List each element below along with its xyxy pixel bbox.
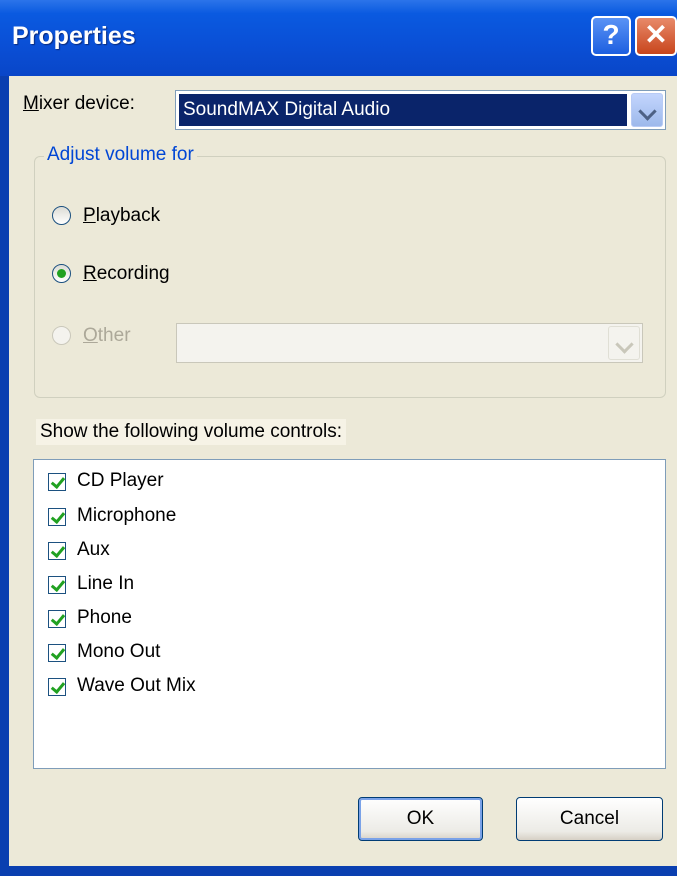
recording-label[interactable]: Recording	[83, 263, 170, 285]
playback-label[interactable]: Playback	[83, 205, 160, 227]
help-button[interactable]: ?	[591, 16, 631, 56]
close-icon: ✕	[644, 19, 668, 50]
check-icon	[50, 678, 66, 695]
window-title: Properties	[12, 22, 136, 50]
phone-checkbox[interactable]	[48, 610, 66, 628]
radio-selected-dot	[57, 269, 66, 278]
list-item-label: Wave Out Mix	[77, 675, 196, 696]
chevron-down-icon	[638, 102, 657, 121]
aux-checkbox[interactable]	[48, 542, 66, 560]
check-icon	[50, 473, 66, 490]
cd-player-checkbox[interactable]	[48, 473, 66, 491]
other-dropdown-button	[608, 326, 640, 360]
recording-radio[interactable]	[52, 264, 71, 283]
mixer-device-dropdown[interactable]: SoundMAX Digital Audio	[175, 90, 666, 130]
other-label: Other	[83, 325, 131, 346]
wave-out-mix-checkbox[interactable]	[48, 678, 66, 696]
microphone-checkbox[interactable]	[48, 508, 66, 526]
chevron-down-icon	[615, 335, 634, 354]
check-icon	[50, 508, 66, 525]
mixer-dropdown-button[interactable]	[631, 93, 663, 127]
dialog-body: Mixer device: SoundMAX Digital Audio Adj…	[9, 76, 677, 866]
playback-radio[interactable]	[52, 206, 71, 225]
volume-controls-list[interactable]: CD Player Microphone Aux Line In Phone M…	[33, 459, 666, 769]
list-item-label: Microphone	[77, 505, 177, 526]
check-icon	[50, 644, 66, 661]
other-dropdown	[176, 323, 643, 363]
mono-out-checkbox[interactable]	[48, 644, 66, 662]
help-icon: ?	[602, 19, 620, 50]
list-item-label: Mono Out	[77, 641, 161, 662]
cancel-button[interactable]: Cancel	[516, 797, 663, 841]
adjust-volume-legend: Adjust volume for	[44, 144, 197, 166]
list-item-label: Aux	[77, 539, 110, 560]
close-button[interactable]: ✕	[635, 16, 677, 56]
title-bar[interactable]: Properties ? ✕	[0, 0, 677, 76]
volume-controls-label: Show the following volume controls:	[36, 419, 347, 445]
list-item-label: CD Player	[77, 470, 164, 491]
list-item-label: Phone	[77, 607, 132, 628]
check-icon	[50, 610, 66, 627]
line-in-checkbox[interactable]	[48, 576, 66, 594]
window-bottom-border	[0, 866, 677, 876]
mixer-device-selected: SoundMAX Digital Audio	[179, 94, 627, 126]
check-icon	[50, 542, 66, 559]
properties-window: Properties ? ✕ Mixer device: SoundMAX Di…	[0, 0, 677, 876]
other-radio	[52, 326, 71, 345]
check-icon	[50, 576, 66, 593]
mixer-device-label: Mixer device:	[23, 93, 135, 114]
list-item-label: Line In	[77, 573, 135, 594]
ok-button[interactable]: OK	[358, 797, 483, 841]
